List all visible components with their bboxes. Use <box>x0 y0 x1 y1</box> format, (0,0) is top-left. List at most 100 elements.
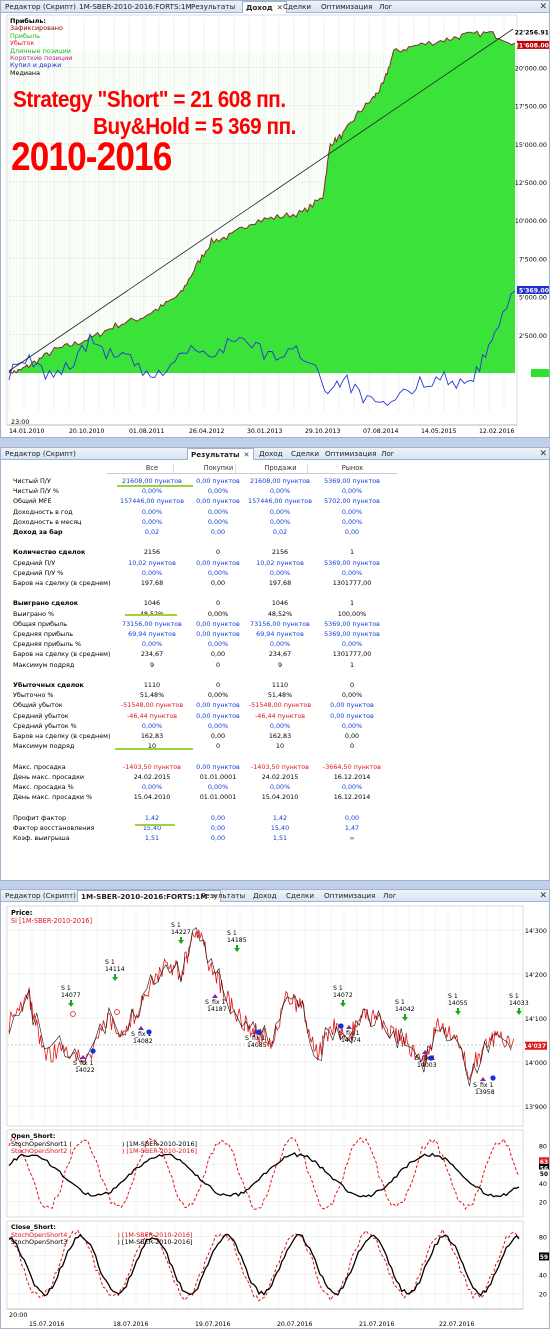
tab-optimization[interactable]: Оптимизация <box>324 890 375 902</box>
trade-price-label: 14187 <box>207 1006 227 1013</box>
table-row: Профит фактор 1,42 0,00 1,42 0,00 <box>7 813 545 823</box>
splitter[interactable] <box>0 438 550 447</box>
table-row: Чистый П/У 21608,00 пунктов 0,00 пунктов 21… <box>7 476 545 486</box>
trade-price-label: 14074 <box>341 1037 361 1044</box>
tab-script-editor[interactable]: Редактор (Скрипт) <box>5 890 76 902</box>
x-tick-label: 26.04.2012 <box>189 428 224 435</box>
tab-instrument-label: 1M-SBER-2010-2016:FORTS:1M <box>81 892 208 901</box>
row-label: Чистый П/У <box>13 477 51 485</box>
table-row: Средний П/У 10,02 пунктов 0,00 пунктов 10,0… <box>7 558 545 568</box>
table-cell: 0 <box>349 742 355 751</box>
table-row: Фактор восстановления 15,40 0,00 15,40 1,47 <box>7 823 545 833</box>
close-window-icon[interactable]: ✕ <box>539 1 547 13</box>
entry-dot <box>428 1055 434 1061</box>
tab-script-editor[interactable]: Редактор (Скрипт) <box>5 448 76 460</box>
highlight-win-percent <box>125 614 177 616</box>
open-last-white: 50 <box>540 1172 548 1178</box>
row-label: Средняя прибыль % <box>13 640 82 649</box>
y-tick-label: 12'500.00 <box>515 179 547 187</box>
row-label: Средний убыток % <box>13 721 77 730</box>
table-cell: 1301777,00 <box>332 650 372 659</box>
tab-log[interactable]: Лог <box>379 1 393 13</box>
tab-instrument[interactable]: 1M-SBER-2010-2016:FORTS:1M <box>79 1 192 13</box>
tab-deals[interactable]: Сделки <box>291 448 319 460</box>
row-label: Баров на сделку (в среднем) <box>13 650 111 659</box>
row-label: Профит фактор <box>13 813 67 822</box>
table-row: Баров на сделку (в среднем) 197,68 0,00 197… <box>7 578 545 588</box>
tab-results[interactable]: Результаты <box>201 890 245 902</box>
overlay-period: 2010-2016 <box>11 135 172 179</box>
row-label: Общий MFE <box>13 497 52 506</box>
tab-instrument[interactable]: 1M-SBER-2010-2016:FORTS:1M ✕ <box>77 890 222 902</box>
trade-price-label: 14003 <box>417 1062 437 1069</box>
trade-price-label: 14227 <box>171 929 191 936</box>
price-plot-area <box>6 905 524 1127</box>
tab-results[interactable]: Результаты <box>191 1 235 13</box>
zero-label-bg <box>531 369 549 377</box>
table-cell: 100,00% <box>337 609 367 618</box>
highlight-recovery-factor <box>135 824 175 826</box>
tab-optimization[interactable]: Оптимизация <box>325 448 376 460</box>
x-tick-label: 30.01.2013 <box>247 428 282 435</box>
time-label: 20:00 <box>9 1311 27 1319</box>
tab-income[interactable]: Доход ✕ <box>242 1 287 13</box>
table-row: Макс. просадка -1403,50 пунктов 0,00 пункт… <box>7 762 545 772</box>
trade-name-label: S_fix 1 <box>73 1060 94 1067</box>
row-label: Средний П/У <box>13 558 56 567</box>
table-row: День макс. просадки % 15.04.2010 01.01.000… <box>7 792 545 802</box>
row-label: Доходность в месяц <box>13 517 82 526</box>
table-row: Доходность в год 0,00% 0,00% 0,00% 0,00% <box>7 507 545 517</box>
table-cell: 1 <box>349 660 355 669</box>
table-row: Максимум подряд 10 0 10 0 <box>7 741 545 751</box>
table-cell: 5369,00 пунктов <box>324 630 380 638</box>
table-cell: 0,00 <box>344 813 360 822</box>
column-header-market[interactable]: Рынок <box>307 464 397 474</box>
tab-optimization[interactable]: Оптимизация <box>321 1 372 13</box>
price-tick-label: 14'300 <box>525 927 547 935</box>
tab-log[interactable]: Лог <box>383 890 397 902</box>
tab-bar: Редактор (Скрипт) 1M-SBER-2010-2016:FORT… <box>1 890 549 902</box>
row-label: Макс. просадка <box>13 762 66 771</box>
table-cell: -3664,50 пунктов <box>322 762 382 771</box>
close-tab-icon[interactable]: ✕ <box>277 3 283 12</box>
close-series2-label: StochOpenShort3 <box>11 1238 68 1247</box>
tab-deals[interactable]: Сделки <box>283 1 311 13</box>
tab-deals[interactable]: Сделки <box>286 890 314 902</box>
tab-log[interactable]: Лог <box>381 448 395 460</box>
tab-script-editor[interactable]: Редактор (Скрипт) <box>5 1 76 13</box>
table-cell: 5702,00 пунктов <box>324 497 380 506</box>
tab-income[interactable]: Доход <box>259 448 283 460</box>
table-row: Общий MFE 157446,00 пунктов 0,00 пунктов 15… <box>7 496 545 506</box>
close-window-icon[interactable]: ✕ <box>539 890 547 902</box>
table-row: День макс. просадки 24.02.2015 01.01.0001 2… <box>7 772 545 782</box>
table-cell: 0,00 пунктов <box>330 711 374 720</box>
close-window-icon[interactable]: ✕ <box>539 448 547 460</box>
trade-name-label: S_fix 1 <box>205 999 226 1006</box>
table-row: Средний убыток -46,44 пунктов 0,00 пунктов… <box>7 711 545 721</box>
table-cell: 5369,00 пунктов <box>324 619 380 628</box>
close-short-tick-label: 20 <box>539 1291 547 1299</box>
trade-name-label: S 1 <box>395 999 405 1006</box>
y-tick-label: 20'000.00 <box>515 64 547 72</box>
trade-name-label: S_fix 1 <box>339 1030 360 1037</box>
table-row: Максимум подряд 9 0 9 1 <box>7 660 545 670</box>
close-tab-icon[interactable]: ✕ <box>244 450 250 459</box>
trade-price-label: 14114 <box>105 966 125 973</box>
row-label: Средний П/У % <box>13 568 64 577</box>
table-row: Убыточных сделок 1110 0 1110 0 <box>7 680 545 690</box>
close-last-label: 59 <box>540 1255 548 1261</box>
price-tick-label: 14'100 <box>525 1015 547 1023</box>
table-cell: 0,00% <box>341 640 363 649</box>
x-tick-label: 18.07.2016 <box>113 1321 148 1328</box>
price-tick-label: 14'000 <box>525 1059 547 1067</box>
x-tick-label: 19.07.2016 <box>195 1321 230 1328</box>
tab-income[interactable]: Доход <box>253 890 277 902</box>
row-label: Доход за бар <box>13 528 63 536</box>
row-label: Общая прибыль <box>13 619 68 628</box>
splitter[interactable] <box>0 881 550 889</box>
trade-price-label: 14033 <box>509 1000 529 1007</box>
tab-results[interactable]: Результаты ✕ <box>187 448 254 460</box>
x-tick-label: 29.10.2013 <box>305 428 340 435</box>
trade-price-label: 13958 <box>475 1089 495 1096</box>
table-row: Средняя прибыль % 0,00% 0,00% 0,00% 0,00% <box>7 639 545 649</box>
